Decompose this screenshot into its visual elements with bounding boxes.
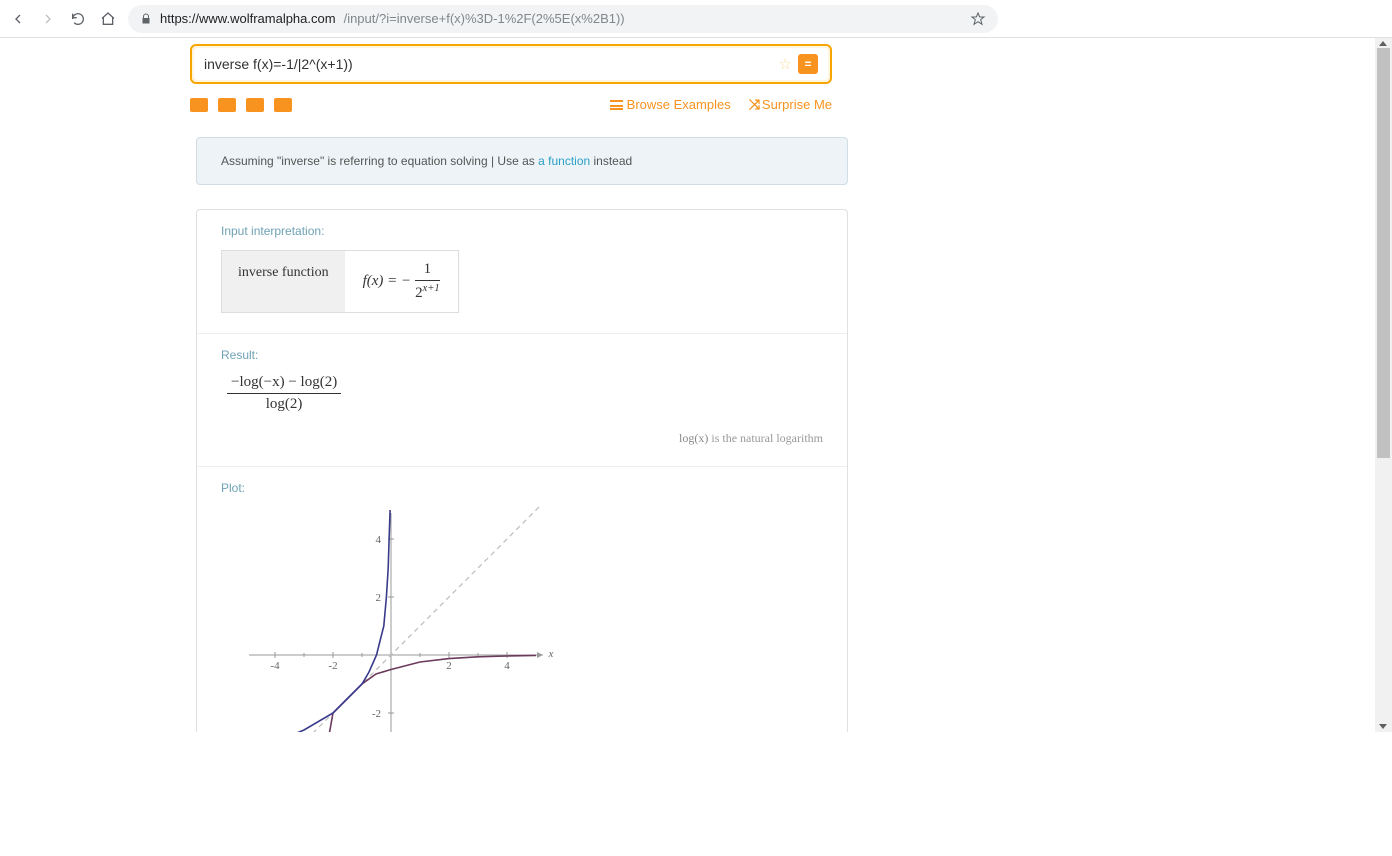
svg-text:4: 4 [504,660,510,672]
result-formula: −log(−x) − log(2)log(2) [221,374,823,413]
browser-toolbar: https://www.wolframalpha.com/input/?i=in… [0,0,1392,38]
section-header: Plot: [221,481,823,495]
svg-text:-2: -2 [372,708,381,720]
plot-section: Plot: [197,467,847,732]
svg-text:4: 4 [376,534,382,546]
assumption-link[interactable]: a function [538,154,590,168]
favorite-star-icon[interactable]: ☆ [779,55,792,73]
svg-text:2: 2 [446,660,452,672]
result-card: Input interpretation: inverse function f… [196,209,848,732]
input-interpretation-section: Input interpretation: inverse function f… [197,210,847,334]
back-button[interactable] [8,9,28,29]
vertical-scrollbar[interactable] [1375,38,1392,732]
svg-text:-2: -2 [328,660,337,672]
bookmark-star-icon[interactable] [970,11,986,27]
browse-examples-link[interactable]: Browse Examples [610,96,731,113]
url-path: /input/?i=inverse+f(x)%3D-1%2F(2%5E(x%2B… [344,11,625,26]
interpretation-box: inverse function f(x) = − 12x+1 [221,250,459,313]
page-viewport: ☆ = Browse Examples ⤨Surprise Me Assumin… [0,38,1392,732]
reload-button[interactable] [68,9,88,29]
surprise-me-link[interactable]: ⤨Surprise Me [749,96,832,113]
keyboard-icon[interactable] [190,98,208,112]
input-toolbar: Browse Examples ⤨Surprise Me [190,96,832,113]
bottom-whitespace [0,731,1392,855]
svg-text:2: 2 [376,592,382,604]
assumption-text-post: instead [590,154,632,168]
section-header: Input interpretation: [221,224,823,238]
logarithm-note: log(x) is the natural logarithm [221,431,823,446]
search-box: ☆ = [190,44,832,84]
image-input-icon[interactable] [218,98,236,112]
query-input[interactable] [204,56,779,72]
url-host: https://www.wolframalpha.com [160,11,336,26]
submit-button[interactable]: = [798,54,818,74]
file-upload-icon[interactable] [274,98,292,112]
plot: -4 -2 2 4 4 2 -2 -4 x [241,507,581,732]
svg-text:x: x [548,648,554,660]
forward-button[interactable] [38,9,58,29]
data-input-icon[interactable] [246,98,264,112]
shuffle-icon: ⤨ [749,96,758,113]
assumption-box: Assuming "inverse" is referring to equat… [196,137,848,185]
interpretation-expr: f(x) = − 12x+1 [345,251,458,312]
lock-icon [140,13,152,25]
url-bar[interactable]: https://www.wolframalpha.com/input/?i=in… [128,5,998,33]
list-icon [610,100,623,110]
plot-svg: -4 -2 2 4 4 2 -2 -4 x [241,507,581,732]
result-section: Result: −log(−x) − log(2)log(2) log(x) i… [197,334,847,467]
svg-text:-4: -4 [270,660,280,672]
section-header: Result: [221,348,823,362]
assumption-text-pre: Assuming "inverse" is referring to equat… [221,154,538,168]
home-button[interactable] [98,9,118,29]
interpretation-label: inverse function [222,251,345,312]
